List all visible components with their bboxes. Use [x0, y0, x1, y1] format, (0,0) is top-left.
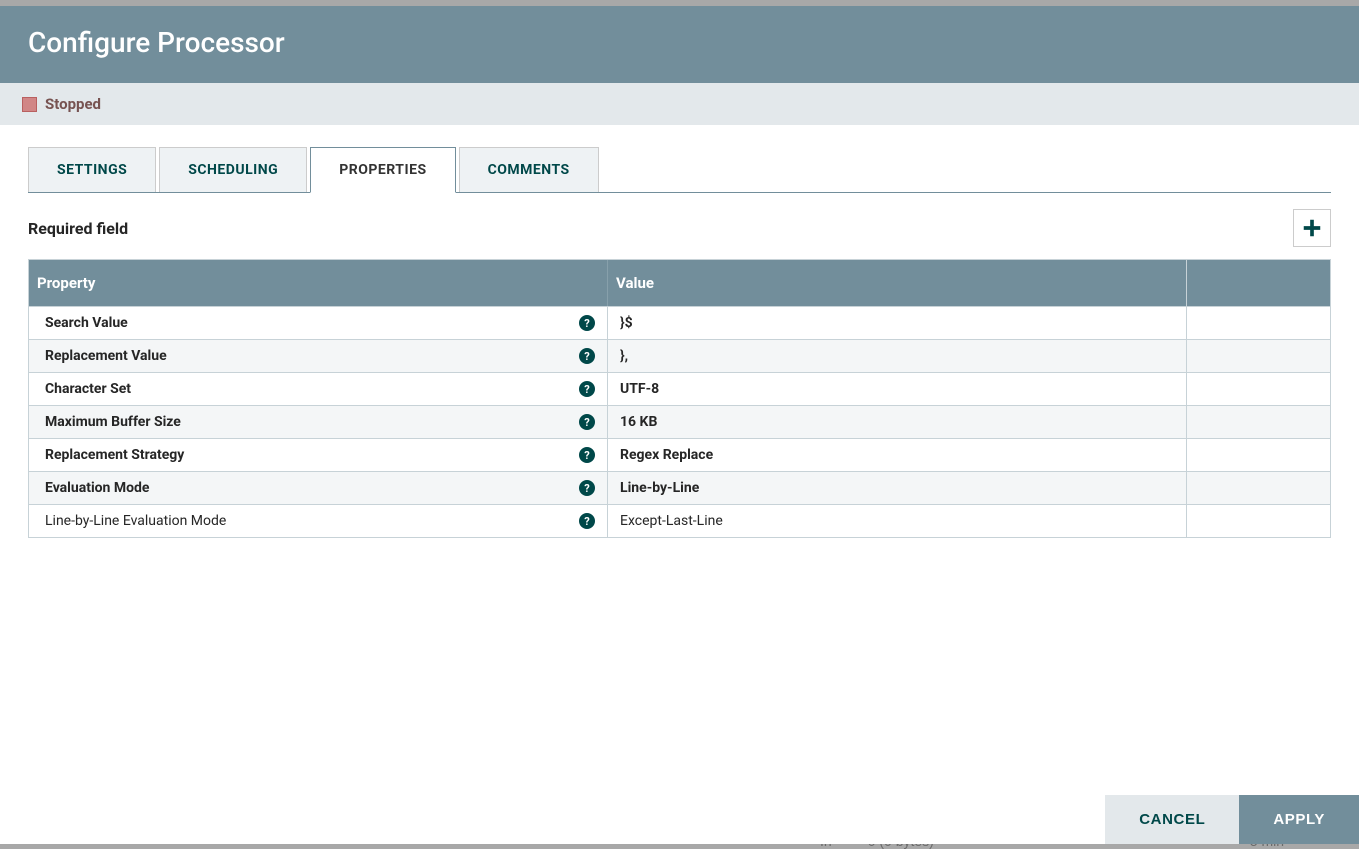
dialog-title: Configure Processor [0, 6, 1359, 83]
header-history [1186, 260, 1330, 306]
history-cell [1186, 439, 1330, 471]
value-cell[interactable]: }$ [607, 307, 1186, 339]
table-header-row: Property Value [29, 260, 1330, 306]
tab-settings[interactable]: SETTINGS [28, 147, 156, 192]
stopped-icon [22, 97, 37, 112]
status-text: Stopped [45, 95, 101, 113]
history-cell [1186, 307, 1330, 339]
property-name: Maximum Buffer Size [45, 414, 181, 430]
tab-scheduling[interactable]: SCHEDULING [159, 147, 307, 192]
help-icon[interactable]: ? [579, 414, 595, 430]
property-cell: Replacement Value? [29, 340, 607, 372]
property-name: Line-by-Line Evaluation Mode [45, 513, 226, 529]
table-row[interactable]: Character Set?UTF-8 [29, 372, 1330, 405]
table-row[interactable]: Replacement Value?}, [29, 339, 1330, 372]
dialog-footer: CANCEL APPLY [0, 795, 1359, 844]
help-icon[interactable]: ? [579, 381, 595, 397]
table-row[interactable]: Line-by-Line Evaluation Mode?Except-Last… [29, 504, 1330, 537]
history-cell [1186, 373, 1330, 405]
table-row[interactable]: Maximum Buffer Size?16 KB [29, 405, 1330, 438]
history-cell [1186, 505, 1330, 537]
property-name: Replacement Strategy [45, 447, 184, 463]
value-cell[interactable]: UTF-8 [607, 373, 1186, 405]
status-bar: Stopped [0, 83, 1359, 125]
table-row[interactable]: Evaluation Mode?Line-by-Line [29, 471, 1330, 504]
value-cell[interactable]: Except-Last-Line [607, 505, 1186, 537]
value-cell[interactable]: Regex Replace [607, 439, 1186, 471]
help-icon[interactable]: ? [579, 315, 595, 331]
tab-bar: SETTINGS SCHEDULING PROPERTIES COMMENTS [28, 147, 1331, 193]
header-property: Property [29, 260, 607, 306]
plus-icon [1301, 217, 1323, 239]
configure-processor-dialog: Configure Processor Stopped SETTINGS SCH… [0, 6, 1359, 844]
property-name: Evaluation Mode [45, 480, 150, 496]
property-cell: Line-by-Line Evaluation Mode? [29, 505, 607, 537]
tab-comments[interactable]: COMMENTS [459, 147, 599, 192]
apply-button[interactable]: APPLY [1239, 795, 1359, 844]
value-cell[interactable]: 16 KB [607, 406, 1186, 438]
help-icon[interactable]: ? [579, 348, 595, 364]
help-icon[interactable]: ? [579, 480, 595, 496]
section-header: Required field [28, 209, 1331, 247]
value-cell[interactable]: }, [607, 340, 1186, 372]
table-row[interactable]: Replacement Strategy?Regex Replace [29, 438, 1330, 471]
cancel-button[interactable]: CANCEL [1105, 795, 1239, 844]
property-cell: Replacement Strategy? [29, 439, 607, 471]
history-cell [1186, 406, 1330, 438]
add-property-button[interactable] [1293, 209, 1331, 247]
header-value: Value [607, 260, 1186, 306]
tab-properties[interactable]: PROPERTIES [310, 147, 455, 193]
property-name: Character Set [45, 381, 131, 397]
table-body: Search Value?}$Replacement Value?},Chara… [29, 306, 1330, 537]
property-cell: Search Value? [29, 307, 607, 339]
history-cell [1186, 340, 1330, 372]
history-cell [1186, 472, 1330, 504]
help-icon[interactable]: ? [579, 513, 595, 529]
properties-table: Property Value Search Value?}$Replacemen… [28, 259, 1331, 538]
table-row[interactable]: Search Value?}$ [29, 306, 1330, 339]
section-title: Required field [28, 219, 128, 238]
help-icon[interactable]: ? [579, 447, 595, 463]
property-name: Search Value [45, 315, 128, 331]
properties-content: Required field Property Value Search Val… [0, 193, 1359, 795]
property-cell: Evaluation Mode? [29, 472, 607, 504]
property-cell: Maximum Buffer Size? [29, 406, 607, 438]
value-cell[interactable]: Line-by-Line [607, 472, 1186, 504]
property-name: Replacement Value [45, 348, 167, 364]
property-cell: Character Set? [29, 373, 607, 405]
tab-container: SETTINGS SCHEDULING PROPERTIES COMMENTS [0, 125, 1359, 193]
